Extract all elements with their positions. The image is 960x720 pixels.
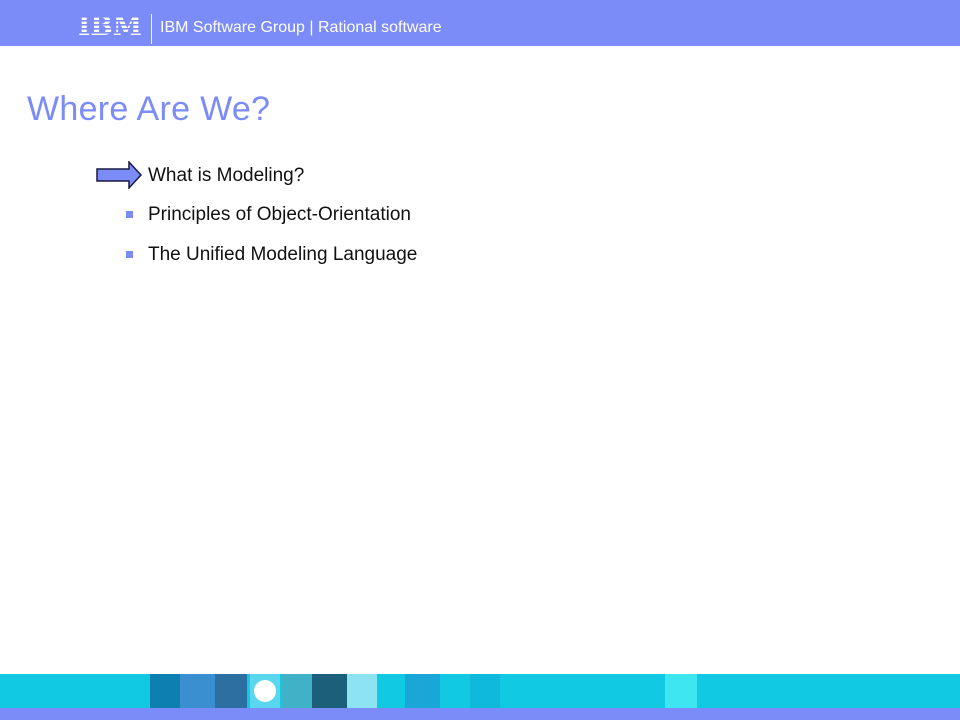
- arrow-icon: [96, 161, 142, 189]
- svg-text:IBM: IBM: [78, 13, 142, 41]
- footer-people-tile: [180, 674, 215, 708]
- logo-separator: [151, 14, 152, 44]
- footer-bright-tile: [665, 674, 697, 708]
- footer-circle-tile: [250, 674, 280, 708]
- footer-figures-tile: [312, 674, 347, 708]
- agenda-item-principles-oo: Principles of Object-Orientation: [148, 204, 411, 225]
- agenda-item-uml: The Unified Modeling Language: [148, 244, 418, 265]
- footer-mosaic-tile: [405, 674, 440, 708]
- footer-lines-tile: [282, 674, 312, 708]
- footer-band: [0, 708, 960, 720]
- footer-light-tile: [347, 674, 377, 708]
- header-text: IBM Software Group | Rational software: [160, 19, 442, 36]
- slide-title: Where Are We?: [27, 90, 271, 128]
- agenda-item-what-is-modeling: What is Modeling?: [148, 165, 305, 186]
- footer-block-tile: [470, 674, 500, 708]
- square-bullet-icon: [126, 211, 133, 218]
- ibm-logo: IBM: [78, 13, 142, 41]
- footer-globe-tile: [215, 674, 247, 708]
- footer-photo-tile: [150, 674, 180, 708]
- header-bar: IBM IBM Software Group | Rational softwa…: [0, 0, 960, 46]
- square-bullet-icon: [126, 251, 133, 258]
